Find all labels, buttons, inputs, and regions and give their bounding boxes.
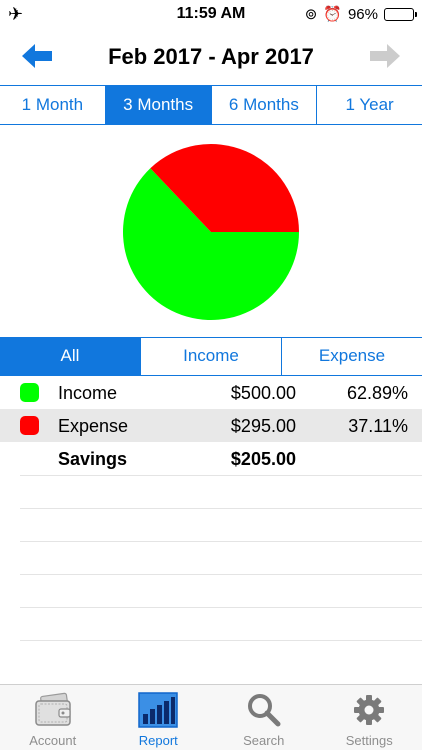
tab-settings-label: Settings — [345, 733, 393, 748]
tab-expense[interactable]: Expense — [282, 338, 422, 375]
type-selector: All Income Expense — [0, 337, 422, 376]
tab-1-year[interactable]: 1 Year — [317, 86, 422, 124]
row-percent: 62.89% — [346, 383, 408, 403]
savings-label: Savings — [58, 449, 128, 469]
divider — [20, 574, 422, 607]
income-swatch — [20, 383, 39, 402]
divider — [20, 607, 422, 640]
empty-rows — [20, 475, 422, 673]
tab-account[interactable]: Account — [0, 685, 106, 750]
savings-row: Savings $205.00 — [0, 442, 422, 475]
row-amount: $500.00 — [230, 383, 296, 403]
tab-1-month[interactable]: 1 Month — [0, 86, 106, 124]
alarm-icon: ⏰ — [323, 6, 342, 23]
status-right: ⊚ ⏰ 96% — [304, 5, 417, 23]
row-percent: 37.11% — [348, 416, 408, 436]
row-amount: $295.00 — [230, 416, 296, 436]
bar-chart-icon — [138, 692, 178, 728]
divider — [20, 508, 422, 541]
expense-swatch — [20, 416, 39, 435]
period-selector: 1 Month 3 Months 6 Months 1 Year — [0, 85, 422, 125]
tab-search-label: Search — [243, 733, 285, 748]
divider — [20, 640, 422, 673]
savings-amount: $205.00 — [230, 449, 296, 469]
summary-list: Income $500.00 62.89% Expense $295.00 37… — [0, 376, 422, 475]
gear-icon — [354, 695, 385, 725]
tab-6-months[interactable]: 6 Months — [211, 86, 318, 124]
tab-all[interactable]: All — [0, 338, 141, 375]
battery-percent: 96% — [347, 5, 378, 23]
tab-report[interactable]: Report — [106, 685, 212, 750]
search-icon — [247, 694, 281, 727]
divider — [20, 475, 422, 508]
status-bar: ✈ 11:59 AM ⊚ ⏰ 96% — [0, 0, 422, 30]
income-row[interactable]: Income $500.00 62.89% — [0, 376, 422, 409]
row-name: Income — [58, 383, 118, 403]
date-range-title: Feb 2017 - Apr 2017 — [108, 44, 314, 69]
divider — [20, 541, 422, 574]
tab-settings[interactable]: Settings — [317, 685, 422, 750]
tab-income[interactable]: Income — [141, 338, 282, 375]
tab-bar: Account Report Search Settings — [0, 684, 422, 750]
tab-3-months[interactable]: 3 Months — [105, 86, 212, 124]
battery-icon — [384, 7, 417, 21]
pie-chart — [122, 144, 299, 320]
rotation-lock-icon: ⊚ — [304, 6, 318, 23]
expense-row[interactable]: Expense $295.00 37.11% — [0, 409, 422, 442]
tab-report-label: Report — [138, 733, 178, 748]
wallet-icon — [35, 692, 71, 726]
tab-account-label: Account — [29, 733, 77, 748]
tab-search[interactable]: Search — [211, 685, 317, 750]
arrow-right-icon[interactable] — [368, 42, 402, 70]
row-name: Expense — [58, 416, 129, 436]
nav-bar: Feb 2017 - Apr 2017 — [0, 30, 422, 84]
